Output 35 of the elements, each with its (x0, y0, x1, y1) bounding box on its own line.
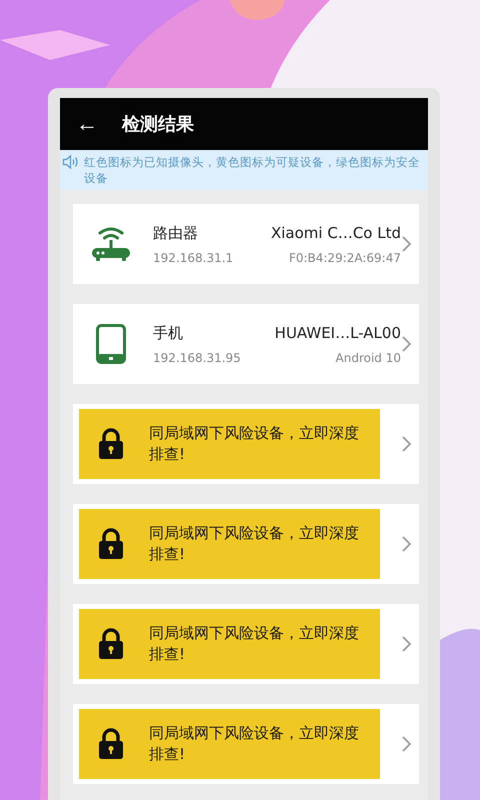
chevron-right-icon (401, 636, 411, 652)
lock-icon (98, 428, 124, 460)
chevron-right-icon (401, 236, 411, 252)
device-card[interactable]: 同局域网下风险设备，立即深度排查! (73, 604, 419, 684)
risk-warning: 同局域网下风险设备，立即深度排查! (148, 423, 360, 465)
device-card[interactable]: 同局域网下风险设备，立即深度排查! (73, 404, 419, 484)
back-button[interactable]: ← (76, 111, 98, 137)
lock-icon (98, 628, 124, 660)
chevron-right-icon (401, 436, 411, 452)
device-detail: Android 10 (334, 350, 401, 364)
device-card[interactable]: 同局域网下风险设备，立即深度排查! (73, 704, 419, 784)
device-vendor: Xiaomi C…Co Ltd (270, 224, 401, 242)
screen-title: 检测结果 (122, 113, 194, 136)
speaker-icon (62, 154, 80, 170)
device-name: 路由器 (153, 224, 199, 242)
risk-warning: 同局域网下风险设备，立即深度排查! (148, 623, 360, 665)
risk-warning: 同局域网下风险设备，立即深度排查! (148, 523, 360, 565)
device-vendor: HUAWEI…L-AL00 (274, 324, 401, 342)
phone-icon (96, 324, 126, 364)
device-card[interactable]: 同局域网下风险设备，立即深度排查! (73, 504, 419, 584)
ip-address: 192.168.31.95 (153, 350, 242, 364)
device-card[interactable]: 路由器 Xiaomi C…Co Ltd 192.168.31.1 F0:B4:29:2A:69:47 (73, 204, 419, 284)
chevron-right-icon (401, 536, 411, 552)
lock-icon (98, 528, 124, 560)
device-card[interactable]: 手机 HUAWEI…L-AL00 192.168.31.95 Android 10 (73, 304, 419, 384)
lock-icon (98, 728, 124, 760)
risk-warning: 同局域网下风险设备，立即深度排查! (148, 723, 360, 765)
device-detail: F0:B4:29:2A:69:47 (288, 250, 401, 264)
device-name: 手机 (153, 324, 184, 342)
router-icon (91, 226, 131, 262)
ip-address: 192.168.31.1 (153, 250, 234, 264)
decor-shape (230, 0, 285, 20)
notice-text: 红色图标为已知摄像头，黄色图标为可疑设备，绿色图标为安全设备 (84, 154, 421, 186)
chevron-right-icon (401, 336, 411, 352)
chevron-right-icon (401, 736, 411, 752)
